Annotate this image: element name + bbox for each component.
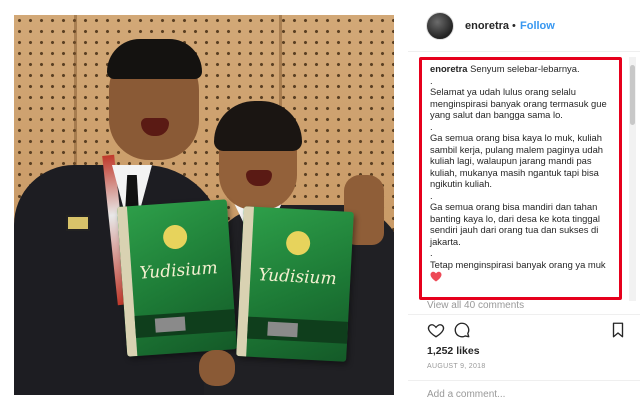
- caption-text: Senyum selebar-lebarnya.: [470, 63, 580, 74]
- comment-bar: Add a comment...: [408, 380, 640, 408]
- caption-paragraph: Tetap menginspirasi banyak orang ya muk: [430, 258, 606, 270]
- caption-separator: .: [430, 120, 433, 132]
- caption-highlight: enoretra Senyum selebar-lebarnya.. Selama…: [419, 57, 622, 300]
- caption-username[interactable]: enoretra: [430, 63, 468, 74]
- avatar[interactable]: [426, 12, 454, 40]
- follow-button[interactable]: Follow: [520, 20, 555, 32]
- caption-separator: .: [430, 74, 433, 86]
- post-username[interactable]: enoretra: [465, 20, 509, 32]
- speech-bubble-icon[interactable]: [453, 321, 471, 339]
- woman-hair: [214, 101, 302, 151]
- caption-paragraph: Ga semua orang bisa kaya lo muk, kuliah …: [430, 132, 604, 189]
- heart-outline-icon[interactable]: [427, 321, 445, 339]
- yudisium-book-right: Yudisium: [236, 206, 354, 362]
- book-band: [134, 309, 236, 339]
- bookmark-icon[interactable]: [609, 321, 627, 339]
- post-photo[interactable]: Yudisium Yudisium: [14, 15, 394, 395]
- university-logo: [162, 224, 188, 250]
- university-logo: [285, 230, 311, 256]
- caption-paragraph: Ga semua orang bisa mandiri dan tahan ba…: [430, 201, 600, 247]
- scrollbar-thumb[interactable]: [630, 65, 635, 125]
- yudisium-book-left: Yudisium: [116, 199, 238, 357]
- caption-separator: .: [430, 189, 433, 201]
- book-title: Yudisium: [138, 258, 219, 284]
- hand-holding-book: [199, 350, 235, 386]
- flag-pin: [66, 215, 90, 231]
- separator-dot: •: [512, 20, 516, 32]
- instagram-post: Yudisium Yudisium enoretra • Follow enor…: [0, 0, 640, 408]
- likes-count[interactable]: 1,252 likes: [427, 345, 480, 357]
- caption-scrollbar[interactable]: [629, 57, 636, 301]
- red-heart-emoji-icon: [430, 271, 442, 282]
- man-hair: [107, 39, 202, 79]
- caption-separator: .: [430, 247, 433, 258]
- caption-paragraph: Selamat ya udah lulus orang selalu mengi…: [430, 86, 607, 120]
- add-comment-input[interactable]: Add a comment...: [427, 389, 505, 400]
- book-band: [247, 316, 349, 344]
- book-title: Yudisium: [257, 265, 338, 290]
- post-header: enoretra • Follow: [408, 0, 640, 52]
- view-all-comments-link[interactable]: View all 40 comments: [427, 300, 524, 311]
- action-bar: [408, 314, 640, 344]
- caption-first-line: enoretra Senyum selebar-lebarnya.: [430, 63, 613, 75]
- post-date: AUGUST 9, 2018: [427, 363, 486, 370]
